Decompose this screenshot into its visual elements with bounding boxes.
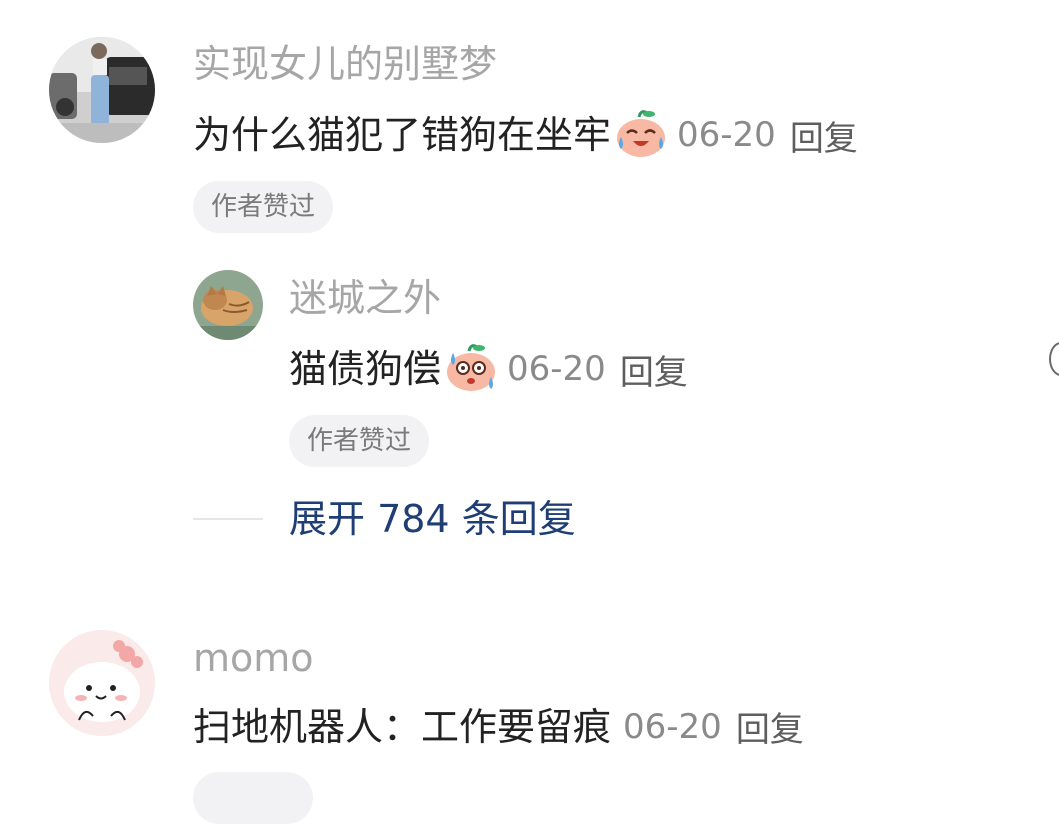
expand-replies-row[interactable]: 展开 784 条回复 xyxy=(193,497,576,541)
comment-date: 06-20 xyxy=(677,115,776,155)
author-liked-badge-partial xyxy=(193,772,313,824)
reply-body: 猫债狗偿 06-20 回复 xyxy=(289,341,688,397)
comment-body: 扫地机器人：工作要留痕 06-20 回复 xyxy=(193,702,804,751)
user-avatar[interactable] xyxy=(193,270,263,340)
avatar-photo-icon xyxy=(49,37,155,143)
reply-button[interactable]: 回复 xyxy=(736,702,804,751)
crying-laughing-emoji-icon xyxy=(613,107,669,163)
comment-item: momo 扫地机器人：工作要留痕 06-20 回复 xyxy=(0,620,1059,824)
reply-username[interactable]: 迷城之外 xyxy=(289,276,441,320)
comment-username[interactable]: momo xyxy=(193,636,314,680)
comment-text: 为什么猫犯了错狗在坐牢 xyxy=(193,113,612,157)
comment-date: 06-20 xyxy=(623,706,722,747)
comment-text: 扫地机器人：工作要留痕 xyxy=(193,704,612,749)
reply-text: 猫债狗偿 xyxy=(289,347,442,391)
author-liked-badge: 作者赞过 xyxy=(289,415,430,467)
expand-replies-link[interactable]: 展开 784 条回复 xyxy=(289,497,576,541)
comment-body: 为什么猫犯了错狗在坐牢 06-20 回复 xyxy=(193,107,858,163)
cat-photo-icon xyxy=(193,270,263,340)
reply-item: 迷城之外 猫债狗偿 06-20 回复 作者赞过 xyxy=(0,260,1059,480)
reply-button[interactable]: 回复 xyxy=(620,345,688,394)
author-liked-badge: 作者赞过 xyxy=(193,181,334,233)
comment-username[interactable]: 实现女儿的别墅梦 xyxy=(193,42,497,86)
cartoon-avatar-icon xyxy=(49,630,155,736)
user-avatar[interactable] xyxy=(49,37,155,143)
comment-item: 实现女儿的别墅梦 为什么猫犯了错狗在坐牢 06-20 回复 作者赞过 xyxy=(0,0,1059,240)
divider-line xyxy=(193,518,263,520)
sweating-shocked-emoji-icon xyxy=(443,341,499,397)
user-avatar[interactable] xyxy=(49,630,155,736)
reply-date: 06-20 xyxy=(507,349,606,389)
reply-button[interactable]: 回复 xyxy=(790,111,858,160)
